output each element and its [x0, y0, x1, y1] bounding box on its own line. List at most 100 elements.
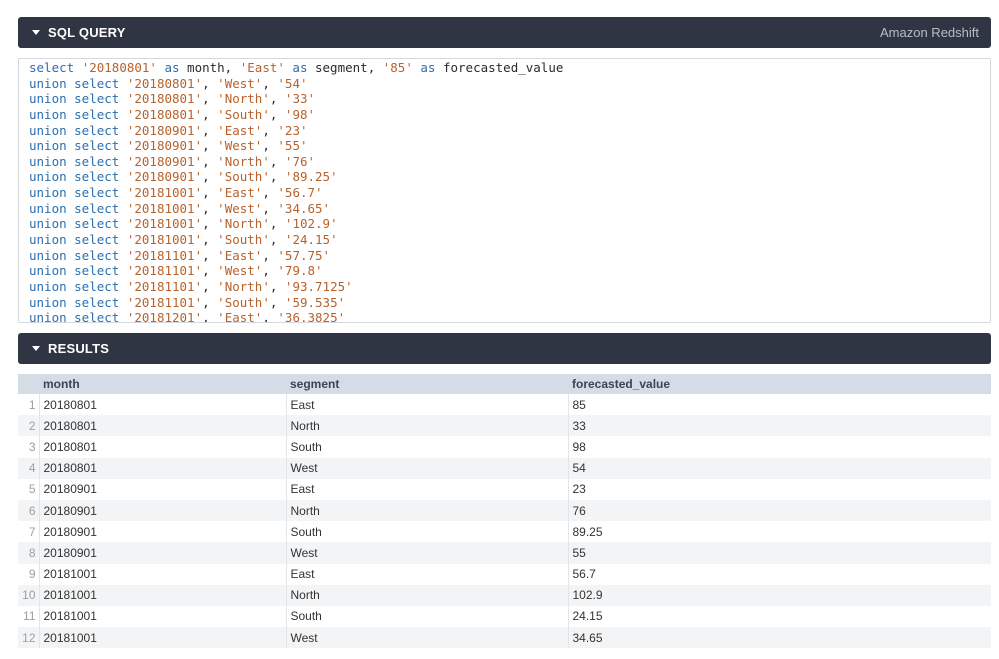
sql-string: '33' — [284, 91, 316, 107]
forecasted-value-cell: 85 — [567, 394, 991, 416]
table-row[interactable]: 10 20181001 North 102.9 — [18, 584, 991, 606]
sql-text: forecasted_value — [435, 60, 564, 75]
column-header-month[interactable]: month — [39, 374, 286, 394]
sql-string: '36.3825' — [277, 310, 346, 323]
table-row[interactable]: 2 20180801 North 33 — [18, 415, 991, 437]
sql-string: '76' — [284, 153, 316, 169]
segment-cell: South — [285, 436, 568, 458]
table-row[interactable]: 9 20181001 East 56.7 — [18, 563, 991, 585]
sql-string: 'South' — [217, 106, 270, 122]
sql-text: , — [269, 169, 285, 185]
forecasted-value-cell: 23 — [567, 478, 991, 500]
sql-text: , — [262, 122, 278, 138]
sql-text: , — [269, 106, 285, 122]
forecasted-value-cell: 54 — [567, 457, 991, 479]
sql-text: , — [202, 278, 218, 294]
results-table: month segment forecasted_value 1 20180801… — [18, 374, 991, 649]
segment-cell: West — [285, 457, 568, 479]
sql-text: , — [202, 185, 218, 201]
forecasted-value-cell: 33 — [567, 415, 991, 437]
sql-keyword: as — [284, 60, 308, 75]
row-index-header — [18, 374, 39, 394]
sql-string: '20181101' — [126, 263, 203, 279]
month-cell: 20180801 — [38, 415, 286, 437]
sql-string: 'East' — [239, 60, 285, 75]
table-row[interactable]: 3 20180801 South 98 — [18, 436, 991, 458]
sql-text: , — [269, 278, 285, 294]
sql-text: , — [202, 216, 218, 232]
sql-string: 'West' — [217, 138, 263, 154]
sql-text: , — [202, 153, 218, 169]
table-row[interactable]: 6 20180901 North 76 — [18, 499, 991, 522]
table-row[interactable]: 11 20181001 South 24.15 — [18, 605, 991, 628]
sql-string: 'North' — [217, 278, 270, 294]
month-cell: 20181001 — [38, 605, 286, 628]
code-line: union select '20181101', 'West', '79.8' — [29, 263, 980, 279]
sql-string: 'West' — [217, 75, 263, 91]
sql-keyword: union select — [29, 75, 127, 91]
table-row[interactable]: 7 20180901 South 89.25 — [18, 521, 991, 543]
table-row[interactable]: 4 20180801 West 54 — [18, 457, 991, 479]
sql-string: '20181201' — [126, 310, 203, 323]
sql-keyword: union select — [29, 153, 127, 169]
sql-text: , — [269, 294, 285, 310]
sql-string: '24.15' — [284, 232, 338, 248]
sql-string: 'East' — [217, 310, 263, 323]
sql-keyword: union select — [29, 278, 127, 294]
month-cell: 20181001 — [38, 584, 286, 606]
forecasted-value-cell: 102.9 — [567, 584, 991, 606]
sql-keyword: union select — [29, 263, 127, 279]
sql-editor[interactable]: select '20180801' as month, 'East' as se… — [18, 58, 991, 323]
sql-text: , — [269, 232, 285, 248]
sql-string: '20180901' — [126, 122, 203, 138]
sql-text: , — [262, 200, 278, 216]
month-cell: 20180901 — [38, 499, 286, 522]
results-title: RESULTS — [48, 341, 110, 356]
month-cell: 20180901 — [38, 478, 286, 500]
row-index-cell: 3 — [18, 436, 39, 458]
table-row[interactable]: 12 20181001 West 34.65 — [18, 627, 991, 649]
column-header-forecasted-value[interactable]: forecasted_value — [568, 374, 991, 394]
sql-text: , — [262, 138, 278, 154]
sql-string: 'East' — [217, 122, 263, 138]
row-index-cell: 12 — [18, 627, 39, 649]
segment-cell: North — [285, 499, 568, 522]
sql-text: month, — [179, 60, 240, 75]
forecasted-value-cell: 24.15 — [567, 605, 991, 628]
sql-string: '20181101' — [126, 278, 203, 294]
sql-keyword: union select — [29, 185, 127, 201]
sql-text: segment, — [307, 60, 383, 75]
table-row[interactable]: 5 20180901 East 23 — [18, 478, 991, 500]
month-cell: 20180801 — [38, 436, 286, 458]
month-cell: 20181001 — [38, 563, 286, 585]
sql-text: , — [269, 216, 285, 232]
sql-query-header[interactable]: SQL QUERY Amazon Redshift — [18, 17, 991, 48]
table-row[interactable]: 1 20180801 East 85 — [18, 394, 991, 416]
code-line: union select '20180901', 'East', '23' — [29, 123, 980, 139]
sql-text: , — [202, 200, 218, 216]
table-row[interactable]: 8 20180901 West 55 — [18, 542, 991, 564]
column-header-segment[interactable]: segment — [286, 374, 568, 394]
caret-down-icon[interactable] — [32, 346, 40, 351]
sql-string: 'West' — [217, 200, 263, 216]
code-line: union select '20181001', 'North', '102.9… — [29, 216, 980, 232]
forecasted-value-cell: 55 — [567, 542, 991, 564]
forecasted-value-cell: 98 — [567, 436, 991, 458]
sql-keyword: union select — [29, 91, 127, 107]
segment-cell: South — [285, 605, 568, 628]
segment-cell: South — [285, 521, 568, 543]
month-cell: 20181001 — [38, 627, 286, 649]
sql-string: 'North' — [217, 153, 270, 169]
sql-text: , — [269, 153, 285, 169]
sql-string: '56.7' — [277, 185, 323, 201]
code-line: union select '20181101', 'East', '57.75' — [29, 248, 980, 264]
code-line: union select '20180801', 'West', '54' — [29, 76, 980, 92]
sql-string: '98' — [284, 106, 316, 122]
results-header-row: month segment forecasted_value — [18, 374, 991, 394]
forecasted-value-cell: 56.7 — [567, 563, 991, 585]
sql-keyword: union select — [29, 169, 127, 185]
sql-string: 'West' — [217, 263, 263, 279]
caret-down-icon[interactable] — [32, 30, 40, 35]
results-header[interactable]: RESULTS — [18, 333, 991, 364]
sql-text: , — [262, 75, 278, 91]
